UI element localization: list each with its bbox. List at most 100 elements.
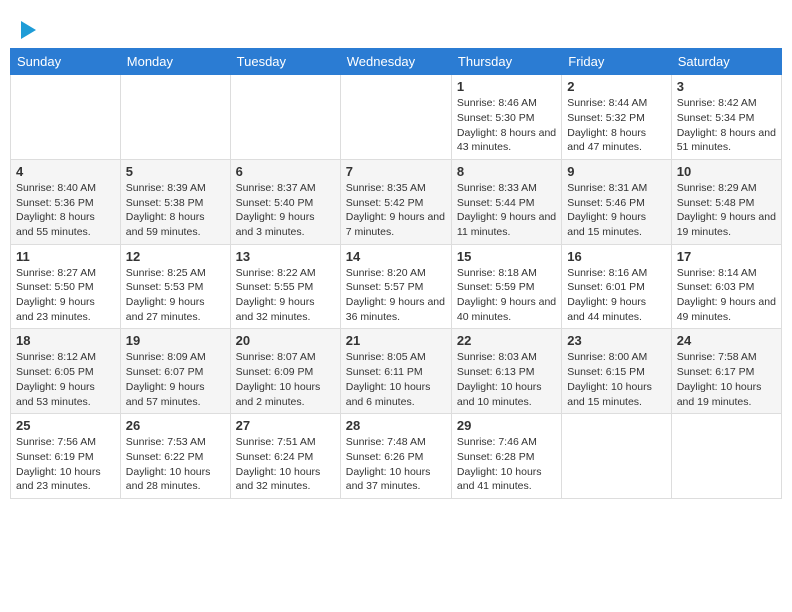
day-number: 4 [16,164,115,179]
day-info: Sunrise: 8:29 AMSunset: 5:48 PMDaylight:… [677,181,776,240]
day-number: 25 [16,418,115,433]
calendar-day-header: Thursday [451,49,561,75]
page-header [10,10,782,44]
day-info: Sunrise: 8:18 AMSunset: 5:59 PMDaylight:… [457,266,556,325]
calendar-cell: 14 Sunrise: 8:20 AMSunset: 5:57 PMDayligh… [340,244,451,329]
calendar-week-row: 25Sunrise: 7:56 AMSunset: 6:19 PMDayligh… [11,414,782,499]
day-info: Sunrise: 8:07 AMSunset: 6:09 PMDaylight:… [236,350,335,409]
calendar-cell: 1 Sunrise: 8:46 AMSunset: 5:30 PMDaylight… [451,75,561,160]
calendar-cell: 27Sunrise: 7:51 AMSunset: 6:24 PMDayligh… [230,414,340,499]
day-info: Sunrise: 8:39 AMSunset: 5:38 PMDaylight:… [126,181,225,240]
day-info: Sunrise: 8:46 AMSunset: 5:30 PMDaylight:… [457,96,556,155]
day-number: 22 [457,333,556,348]
calendar-cell: 6 Sunrise: 8:37 AMSunset: 5:40 PMDaylight… [230,159,340,244]
day-info: Sunrise: 8:37 AMSunset: 5:40 PMDaylight:… [236,181,335,240]
day-info: Sunrise: 8:05 AMSunset: 6:11 PMDaylight:… [346,350,446,409]
day-info: Sunrise: 8:27 AMSunset: 5:50 PMDaylight:… [16,266,115,325]
calendar-cell: 23 Sunrise: 8:00 AMSunset: 6:15 PMDayligh… [562,329,671,414]
day-number: 23 [567,333,665,348]
calendar-day-header: Monday [120,49,230,75]
day-info: Sunrise: 8:00 AMSunset: 6:15 PMDaylight:… [567,350,665,409]
calendar-day-header: Tuesday [230,49,340,75]
day-number: 24 [677,333,776,348]
day-info: Sunrise: 8:16 AMSunset: 6:01 PMDaylight:… [567,266,665,325]
calendar-cell [671,414,781,499]
calendar-cell: 18Sunrise: 8:12 AMSunset: 6:05 PMDayligh… [11,329,121,414]
day-number: 12 [126,249,225,264]
day-number: 19 [126,333,225,348]
day-info: Sunrise: 8:09 AMSunset: 6:07 PMDaylight:… [126,350,225,409]
calendar-week-row: 1 Sunrise: 8:46 AMSunset: 5:30 PMDaylight… [11,75,782,160]
day-info: Sunrise: 8:40 AMSunset: 5:36 PMDaylight:… [16,181,115,240]
calendar-cell [11,75,121,160]
day-info: Sunrise: 8:44 AMSunset: 5:32 PMDaylight:… [567,96,665,155]
calendar-cell: 20 Sunrise: 8:07 AMSunset: 6:09 PMDayligh… [230,329,340,414]
day-number: 17 [677,249,776,264]
calendar-cell: 22 Sunrise: 8:03 AMSunset: 6:13 PMDayligh… [451,329,561,414]
day-number: 26 [126,418,225,433]
day-number: 7 [346,164,446,179]
day-number: 2 [567,79,665,94]
day-number: 21 [346,333,446,348]
calendar-cell: 4 Sunrise: 8:40 AMSunset: 5:36 PMDaylight… [11,159,121,244]
calendar-cell [562,414,671,499]
day-number: 5 [126,164,225,179]
day-number: 8 [457,164,556,179]
calendar-header-row: SundayMondayTuesdayWednesdayThursdayFrid… [11,49,782,75]
day-number: 9 [567,164,665,179]
logo [20,18,36,40]
calendar-cell: 2 Sunrise: 8:44 AMSunset: 5:32 PMDaylight… [562,75,671,160]
calendar-week-row: 18Sunrise: 8:12 AMSunset: 6:05 PMDayligh… [11,329,782,414]
calendar-table: SundayMondayTuesdayWednesdayThursdayFrid… [10,48,782,499]
day-info: Sunrise: 8:33 AMSunset: 5:44 PMDaylight:… [457,181,556,240]
calendar-day-header: Sunday [11,49,121,75]
calendar-day-header: Friday [562,49,671,75]
day-number: 20 [236,333,335,348]
calendar-cell: 7Sunrise: 8:35 AMSunset: 5:42 PMDaylight… [340,159,451,244]
day-info: Sunrise: 7:46 AMSunset: 6:28 PMDaylight:… [457,435,556,494]
calendar-cell: 21 Sunrise: 8:05 AMSunset: 6:11 PMDayligh… [340,329,451,414]
calendar-cell: 17 Sunrise: 8:14 AMSunset: 6:03 PMDayligh… [671,244,781,329]
day-info: Sunrise: 8:20 AMSunset: 5:57 PMDaylight:… [346,266,446,325]
day-info: Sunrise: 7:48 AMSunset: 6:26 PMDaylight:… [346,435,446,494]
day-info: Sunrise: 7:53 AMSunset: 6:22 PMDaylight:… [126,435,225,494]
calendar-cell: 16 Sunrise: 8:16 AMSunset: 6:01 PMDayligh… [562,244,671,329]
day-number: 11 [16,249,115,264]
calendar-day-header: Wednesday [340,49,451,75]
day-number: 28 [346,418,446,433]
day-number: 29 [457,418,556,433]
day-info: Sunrise: 8:42 AMSunset: 5:34 PMDaylight:… [677,96,776,155]
calendar-cell: 11 Sunrise: 8:27 AMSunset: 5:50 PMDayligh… [11,244,121,329]
day-info: Sunrise: 7:51 AMSunset: 6:24 PMDaylight:… [236,435,335,494]
day-number: 10 [677,164,776,179]
day-info: Sunrise: 8:25 AMSunset: 5:53 PMDaylight:… [126,266,225,325]
calendar-cell: 28 Sunrise: 7:48 AMSunset: 6:26 PMDayligh… [340,414,451,499]
calendar-cell: 15Sunrise: 8:18 AMSunset: 5:59 PMDayligh… [451,244,561,329]
day-number: 6 [236,164,335,179]
calendar-cell: 8 Sunrise: 8:33 AMSunset: 5:44 PMDaylight… [451,159,561,244]
calendar-cell: 25Sunrise: 7:56 AMSunset: 6:19 PMDayligh… [11,414,121,499]
day-info: Sunrise: 8:12 AMSunset: 6:05 PMDaylight:… [16,350,115,409]
calendar-cell: 10 Sunrise: 8:29 AMSunset: 5:48 PMDayligh… [671,159,781,244]
calendar-cell [340,75,451,160]
calendar-cell: 9Sunrise: 8:31 AMSunset: 5:46 PMDaylight… [562,159,671,244]
day-info: Sunrise: 8:14 AMSunset: 6:03 PMDaylight:… [677,266,776,325]
calendar-day-header: Saturday [671,49,781,75]
calendar-cell: 5 Sunrise: 8:39 AMSunset: 5:38 PMDaylight… [120,159,230,244]
calendar-cell: 24 Sunrise: 7:58 AMSunset: 6:17 PMDayligh… [671,329,781,414]
day-number: 13 [236,249,335,264]
calendar-week-row: 4 Sunrise: 8:40 AMSunset: 5:36 PMDaylight… [11,159,782,244]
calendar-cell: 12 Sunrise: 8:25 AMSunset: 5:53 PMDayligh… [120,244,230,329]
day-info: Sunrise: 8:03 AMSunset: 6:13 PMDaylight:… [457,350,556,409]
day-number: 1 [457,79,556,94]
day-number: 16 [567,249,665,264]
calendar-cell [230,75,340,160]
day-info: Sunrise: 7:58 AMSunset: 6:17 PMDaylight:… [677,350,776,409]
calendar-cell [120,75,230,160]
day-number: 14 [346,249,446,264]
day-info: Sunrise: 8:22 AMSunset: 5:55 PMDaylight:… [236,266,335,325]
calendar-cell: 13 Sunrise: 8:22 AMSunset: 5:55 PMDayligh… [230,244,340,329]
logo-arrow-icon [21,21,36,39]
calendar-cell: 29 Sunrise: 7:46 AMSunset: 6:28 PMDayligh… [451,414,561,499]
calendar-cell: 3Sunrise: 8:42 AMSunset: 5:34 PMDaylight… [671,75,781,160]
